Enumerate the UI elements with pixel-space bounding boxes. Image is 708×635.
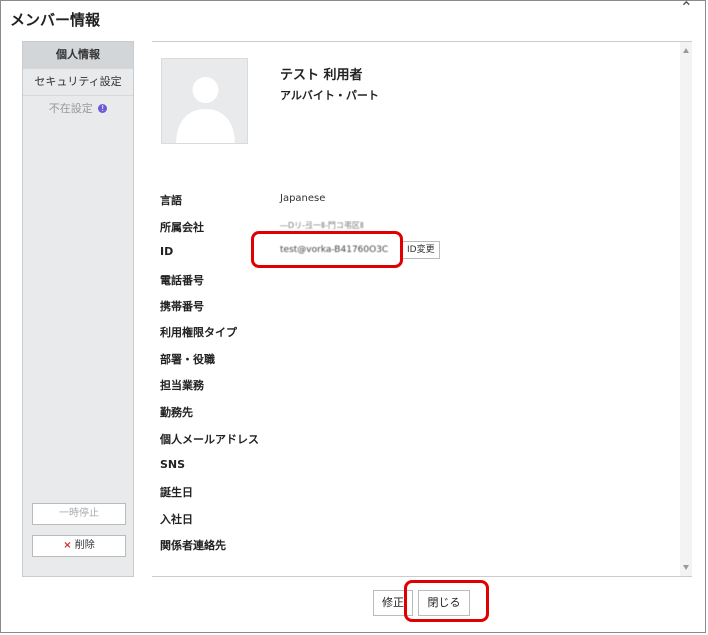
field-label-department: 部署・役職 — [160, 353, 215, 366]
tab-security-settings[interactable]: セキュリティ設定 — [23, 69, 133, 96]
field-value-company: ―Dリ-弖一Ⅱ-鬥コ弔区Ⅱ — [280, 221, 364, 230]
tab-label: 不在設定 — [48, 102, 93, 115]
field-label-join-date: 入社日 — [160, 513, 193, 526]
profile-panel: テスト 利用者 アルバイト・パート 言語 Japanese 所属会社 ―Dリ-弖… — [152, 41, 692, 577]
field-label-phone: 電話番号 — [160, 274, 204, 287]
info-icon: ! — [98, 104, 108, 113]
avatar-silhouette-icon — [176, 77, 235, 143]
field-label-workplace: 勤務先 — [160, 406, 193, 419]
tab-label: 個人情報 — [56, 48, 100, 61]
scroll-up-icon[interactable] — [683, 48, 689, 53]
dialog-title: メンバー情報 — [10, 11, 101, 29]
tab-absence-settings[interactable]: 不在設定 ! — [23, 96, 133, 122]
field-label-sns: SNS — [160, 458, 186, 471]
sidebar: 個人情報 セキュリティ設定 不在設定 ! 一時停止 × 削除 — [22, 41, 134, 577]
id-highlight-box — [251, 231, 403, 268]
scroll-down-icon[interactable] — [683, 565, 689, 570]
id-change-button[interactable]: ID変更 — [402, 241, 440, 259]
collapse-icon[interactable]: ⌃ — [680, 0, 693, 17]
member-name: テスト 利用者 — [280, 68, 363, 83]
delete-button-label: 削除 — [74, 540, 95, 551]
close-button-highlight-box — [404, 580, 489, 622]
field-label-birthday: 誕生日 — [160, 486, 193, 499]
field-label-language: 言語 — [160, 194, 182, 207]
field-label-duties: 担当業務 — [160, 379, 204, 392]
member-info-dialog: メンバー情報 ⌃ 個人情報 セキュリティ設定 不在設定 ! 一時停止 × 削除 … — [0, 0, 706, 633]
scrollbar[interactable] — [680, 42, 692, 576]
field-label-personal-email: 個人メールアドレス — [160, 433, 259, 446]
edit-button-label: 修正 — [382, 596, 404, 609]
avatar — [161, 58, 248, 144]
field-label-id: ID — [160, 245, 174, 258]
field-label-company: 所属会社 — [160, 221, 204, 234]
delete-button[interactable]: × 削除 — [32, 535, 126, 557]
field-value-language: Japanese — [280, 193, 326, 204]
tab-label: セキュリティ設定 — [34, 75, 122, 88]
field-label-mobile: 携帯番号 — [160, 300, 204, 313]
delete-icon: × — [63, 540, 72, 551]
member-role: アルバイト・パート — [280, 89, 379, 102]
suspend-button-label: 一時停止 — [59, 508, 99, 519]
field-label-related-contact: 関係者連絡先 — [160, 539, 226, 552]
field-label-permission-type: 利用権限タイプ — [160, 326, 237, 339]
tab-personal-info[interactable]: 個人情報 — [23, 42, 133, 69]
suspend-button[interactable]: 一時停止 — [32, 503, 126, 525]
